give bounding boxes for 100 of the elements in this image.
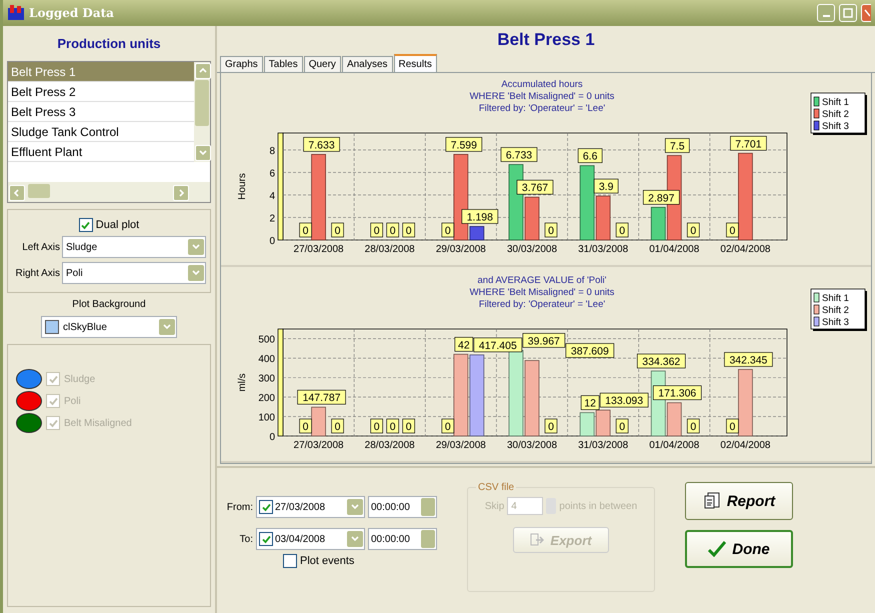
- x-tick-label: 30/03/2008: [506, 244, 558, 255]
- chart-legend: [810, 92, 867, 135]
- value-label: 6.6: [578, 148, 602, 163]
- x-tick-label: 31/03/2008: [578, 244, 628, 255]
- axis-dropdown[interactable]: Poli: [62, 262, 206, 284]
- x-tick-label: 27/03/2008: [294, 440, 344, 451]
- y-tick-label: 0: [269, 432, 275, 443]
- value-label: 42: [454, 337, 474, 352]
- x-tick-label: 29/03/2008: [436, 244, 486, 255]
- value-label: 7.633: [303, 137, 340, 152]
- value-label: 0: [299, 418, 312, 434]
- value-label: 6.733: [500, 147, 538, 162]
- scrollbar-thumb[interactable]: [195, 80, 209, 126]
- y-tick-label: 200: [258, 393, 275, 404]
- value-label: 133.093: [600, 392, 648, 408]
- chart-legend: [810, 288, 867, 331]
- checkbox-label: Sludge: [64, 374, 96, 384]
- y-tick-label: 300: [258, 374, 275, 385]
- field-label: From:: [226, 502, 253, 512]
- value-label: 0: [442, 222, 454, 238]
- chart-title: WHERE 'Belt Misaligned' = 0 units: [470, 91, 614, 102]
- tab[interactable]: Tables: [264, 56, 303, 72]
- checkbox-label: Dual plot: [96, 219, 140, 231]
- value-label: 7.5: [664, 138, 690, 153]
- value-label: 387.609: [566, 343, 614, 358]
- report-button[interactable]: Report: [685, 482, 793, 520]
- background-dropdown[interactable]: clSkyBlue: [41, 316, 177, 338]
- tab[interactable]: Query: [304, 56, 341, 72]
- group-title: CSV file: [477, 482, 516, 493]
- panel-heading: Production units: [56, 35, 162, 53]
- axis-dropdown[interactable]: Sludge: [62, 236, 206, 258]
- time-field[interactable]: 00:00:00: [368, 528, 437, 550]
- chevron-down-icon: [191, 268, 201, 278]
- value-label: 0: [686, 418, 700, 434]
- maximize-button[interactable]: [839, 4, 857, 22]
- tab[interactable]: Analyses: [342, 56, 393, 72]
- value-label: 0: [442, 418, 454, 434]
- date-picker[interactable]: 03/04/2008: [256, 528, 365, 550]
- vertical-scrollbar[interactable]: [194, 62, 210, 162]
- value-label: 0: [726, 418, 739, 434]
- unit-title: Belt Press 1: [496, 29, 596, 51]
- checkbox[interactable]: [78, 218, 93, 232]
- value-label: 0: [299, 222, 312, 238]
- checkmark-icon: [81, 220, 90, 230]
- unit-item[interactable]: Belt Press 1: [8, 62, 194, 82]
- value-label: 0: [331, 418, 344, 434]
- minimize-button[interactable]: [817, 4, 835, 22]
- checkbox-label: Plot events: [300, 555, 354, 567]
- y-tick-label: 500: [258, 334, 275, 346]
- value-label: 0: [616, 418, 628, 434]
- value-label: 0: [544, 222, 558, 238]
- field-label: To:: [238, 534, 253, 544]
- value-label: 1.198: [462, 209, 498, 224]
- chart-title: and AVERAGE VALUE of 'Poli': [478, 275, 606, 286]
- minimize-icon: [822, 15, 830, 17]
- legend-label: Shift 3: [822, 121, 849, 132]
- value-label: 39.967: [522, 333, 566, 348]
- field-label: Skip: [484, 500, 504, 512]
- value-label: 0: [686, 222, 700, 238]
- checkbox-label: Belt Misaligned: [64, 418, 132, 428]
- x-tick-label: 02/04/2008: [720, 244, 770, 255]
- scrollbar-thumb[interactable]: [28, 184, 50, 198]
- checkbox-label: Poli: [64, 396, 81, 406]
- tab[interactable]: Graphs: [220, 56, 263, 72]
- value-label: 7.599: [446, 137, 482, 152]
- tab[interactable]: Results: [394, 54, 437, 72]
- legend-label: Shift 1: [822, 97, 849, 108]
- checkmark-icon: [48, 374, 58, 384]
- checkmark-icon: [262, 502, 270, 512]
- y-tick-label: 0: [269, 236, 275, 247]
- value-label: 342.345: [724, 352, 773, 367]
- done-button[interactable]: Done: [685, 530, 793, 568]
- value-label: 0: [370, 418, 384, 434]
- x-tick-label: 31/03/2008: [578, 440, 628, 451]
- chart-title: Accumulated hours: [501, 79, 583, 90]
- export-icon: [530, 533, 544, 547]
- value-label: 0: [544, 418, 558, 434]
- value-label: 7.701: [730, 136, 767, 151]
- value-label: 0: [402, 418, 416, 434]
- x-tick-label: 28/03/2008: [364, 440, 415, 451]
- checkbox[interactable]: [259, 532, 273, 546]
- legend-label: Shift 2: [822, 109, 849, 120]
- y-axis-title: Hours: [237, 173, 248, 200]
- y-tick-label: 100: [258, 412, 275, 424]
- chart-title: Filtered by: 'Operateur' = 'Lee': [478, 103, 606, 114]
- legend-label: Shift 1: [822, 293, 849, 304]
- checkbox[interactable]: [259, 500, 273, 514]
- window-title: Logged Data: [29, 6, 115, 20]
- time-field[interactable]: 00:00:00: [368, 496, 437, 518]
- checkmark-icon: [262, 534, 270, 544]
- x-tick-label: 29/03/2008: [436, 440, 486, 451]
- x-tick-label: 01/04/2008: [649, 244, 700, 255]
- field-label: Right Axis: [14, 268, 60, 278]
- value-label: 0: [370, 222, 384, 238]
- checkbox[interactable]: [283, 554, 297, 568]
- horizontal-scrollbar[interactable]: [8, 182, 210, 202]
- date-picker[interactable]: 27/03/2008: [256, 496, 365, 518]
- close-button[interactable]: [861, 4, 871, 22]
- legend-label: Shift 3: [822, 317, 849, 328]
- value-label: 3.9: [594, 178, 618, 194]
